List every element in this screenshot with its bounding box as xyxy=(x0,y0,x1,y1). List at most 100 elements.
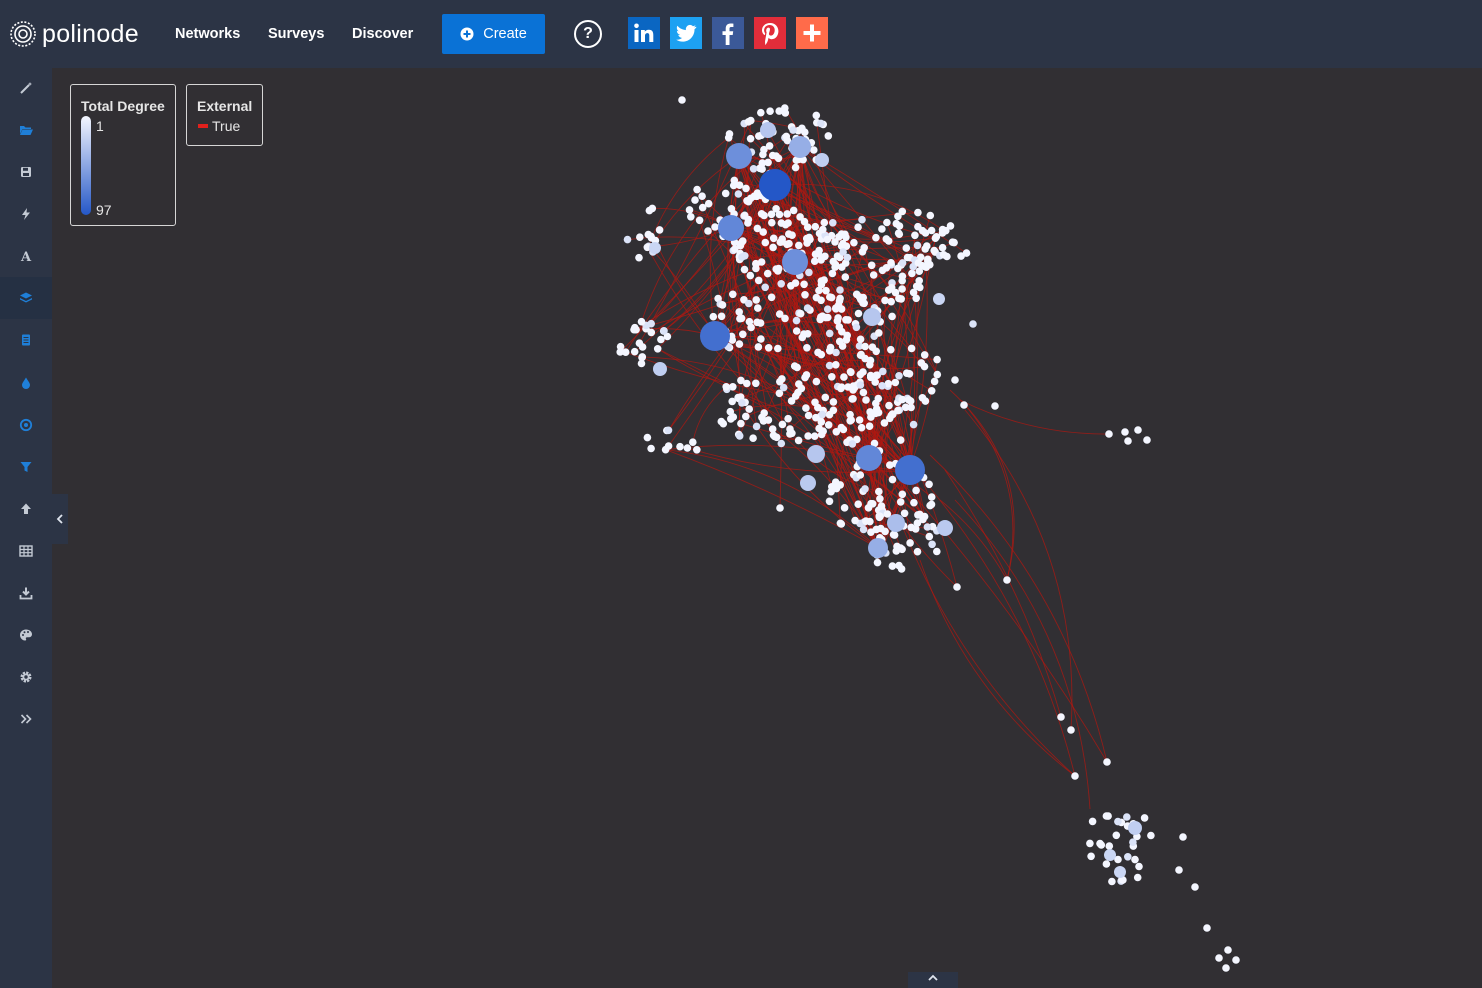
graph-node[interactable] xyxy=(819,225,827,234)
graph-node[interactable] xyxy=(902,369,911,378)
nav-networks[interactable]: Networks xyxy=(175,26,240,42)
graph-node[interactable] xyxy=(778,238,786,246)
graph-node[interactable] xyxy=(927,500,936,509)
graph-node[interactable] xyxy=(1086,839,1094,848)
graph-node[interactable] xyxy=(878,382,886,390)
graph-node[interactable] xyxy=(878,225,886,233)
graph-node[interactable] xyxy=(1087,852,1095,861)
graph-node[interactable] xyxy=(898,395,906,404)
network-graph[interactable] xyxy=(52,68,1482,988)
graph-node[interactable] xyxy=(859,525,868,534)
linkedin-share-button[interactable] xyxy=(628,17,660,49)
graph-node[interactable] xyxy=(925,480,933,489)
graph-node[interactable] xyxy=(910,498,918,507)
graph-node[interactable] xyxy=(1129,838,1137,846)
graph-node[interactable] xyxy=(731,245,739,253)
sidebar-item-folder-open[interactable] xyxy=(0,109,52,151)
graph-node[interactable] xyxy=(744,215,753,224)
graph-node[interactable] xyxy=(839,248,847,256)
graph-node[interactable] xyxy=(814,250,823,258)
graph-node[interactable] xyxy=(742,412,750,421)
graph-node[interactable] xyxy=(895,455,925,485)
graph-node[interactable] xyxy=(632,325,640,334)
graph-node[interactable] xyxy=(817,119,825,128)
graph-node[interactable] xyxy=(743,379,751,388)
graph-node[interactable] xyxy=(897,295,905,303)
graph-node[interactable] xyxy=(1105,430,1113,438)
graph-node[interactable] xyxy=(817,350,826,359)
graph-node[interactable] xyxy=(1215,954,1223,962)
graph-node[interactable] xyxy=(825,347,834,355)
graph-node[interactable] xyxy=(882,264,891,272)
graph-node[interactable] xyxy=(1088,817,1097,826)
graph-node[interactable] xyxy=(918,394,927,402)
sidebar-item-magic-wand[interactable] xyxy=(0,67,52,109)
graph-node[interactable] xyxy=(724,134,733,142)
graph-node[interactable] xyxy=(856,370,865,379)
graph-node[interactable] xyxy=(760,122,776,138)
graph-node[interactable] xyxy=(729,181,738,190)
graph-node[interactable] xyxy=(856,471,865,479)
graph-node[interactable] xyxy=(907,403,915,412)
graph-node[interactable] xyxy=(909,420,918,429)
graph-node[interactable] xyxy=(854,309,863,318)
graph-node[interactable] xyxy=(888,475,897,484)
graph-node[interactable] xyxy=(933,293,945,305)
graph-node[interactable] xyxy=(871,378,879,386)
graph-node[interactable] xyxy=(823,305,832,314)
graph-node[interactable] xyxy=(1135,862,1143,871)
graph-node[interactable] xyxy=(1128,821,1142,835)
graph-node[interactable] xyxy=(676,442,684,451)
graph-node[interactable] xyxy=(895,372,903,380)
graph-node[interactable] xyxy=(1121,428,1129,436)
graph-node[interactable] xyxy=(787,397,796,405)
graph-node[interactable] xyxy=(938,243,947,252)
graph-node[interactable] xyxy=(734,190,743,198)
graph-node[interactable] xyxy=(736,314,744,323)
graph-node[interactable] xyxy=(778,420,787,429)
graph-node[interactable] xyxy=(812,413,820,422)
nav-surveys[interactable]: Surveys xyxy=(268,26,324,42)
graph-node[interactable] xyxy=(898,545,906,554)
graph-node[interactable] xyxy=(1108,877,1116,886)
twitter-share-button[interactable] xyxy=(670,17,702,49)
graph-node[interactable] xyxy=(861,485,869,493)
graph-node[interactable] xyxy=(920,351,929,359)
graph-node[interactable] xyxy=(888,562,897,570)
graph-node[interactable] xyxy=(746,134,755,143)
graph-node[interactable] xyxy=(700,321,730,351)
graph-node[interactable] xyxy=(842,336,851,344)
graph-node[interactable] xyxy=(749,434,757,443)
graph-node[interactable] xyxy=(1057,713,1065,721)
graph-node[interactable] xyxy=(759,169,791,201)
graph-node[interactable] xyxy=(630,347,639,356)
graph-node[interactable] xyxy=(812,293,821,302)
graph-node[interactable] xyxy=(869,271,878,279)
graph-node[interactable] xyxy=(764,416,773,424)
graph-node[interactable] xyxy=(649,242,661,254)
graph-node[interactable] xyxy=(767,293,776,302)
graph-node[interactable] xyxy=(792,316,801,325)
create-button[interactable]: Create xyxy=(442,14,545,54)
graph-node[interactable] xyxy=(905,396,913,404)
graph-node[interactable] xyxy=(821,393,830,402)
graph-node[interactable] xyxy=(825,329,834,338)
graph-node[interactable] xyxy=(875,329,883,337)
graph-node[interactable] xyxy=(856,381,865,389)
graph-node[interactable] xyxy=(1140,814,1149,822)
graph-node[interactable] xyxy=(837,383,846,392)
graph-node[interactable] xyxy=(932,233,941,241)
graph-node[interactable] xyxy=(738,399,746,407)
graph-node[interactable] xyxy=(740,265,749,274)
graph-node[interactable] xyxy=(866,356,875,365)
graph-node[interactable] xyxy=(717,417,726,426)
graph-node[interactable] xyxy=(1071,772,1079,780)
graph-node[interactable] xyxy=(645,206,654,215)
graph-node[interactable] xyxy=(800,280,808,289)
graph-node[interactable] xyxy=(718,301,727,309)
graph-node[interactable] xyxy=(923,523,932,531)
graph-node[interactable] xyxy=(872,399,880,408)
graph-node[interactable] xyxy=(774,344,782,353)
graph-node[interactable] xyxy=(819,427,827,436)
graph-node[interactable] xyxy=(803,304,812,312)
